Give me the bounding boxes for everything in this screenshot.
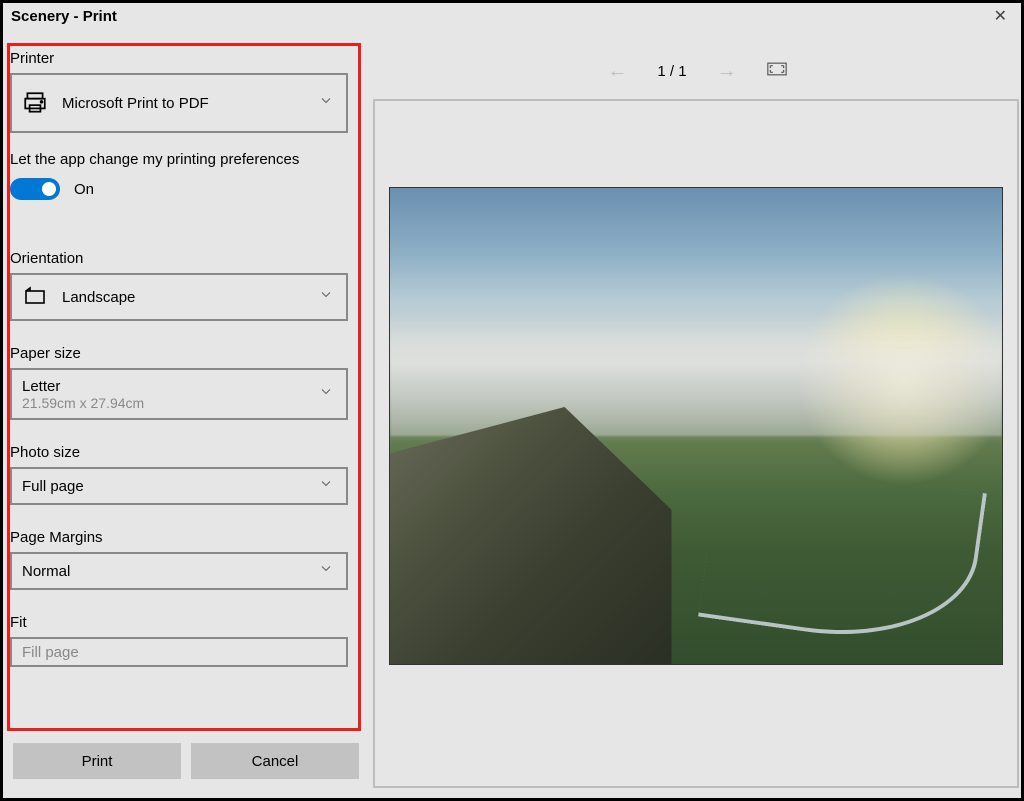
prev-page-icon[interactable]: ← xyxy=(605,58,629,85)
settings-highlight: Printer Microsoft Print to PDF Let the a… xyxy=(7,43,361,731)
photo-value: Full page xyxy=(22,478,332,495)
landscape-icon xyxy=(22,284,48,310)
next-page-icon[interactable]: → xyxy=(715,58,739,85)
close-icon[interactable]: ✕ xyxy=(988,4,1013,28)
orientation-label: Orientation xyxy=(10,246,350,273)
preview-nav: ← 1 / 1 → xyxy=(373,49,1019,93)
cancel-button[interactable]: Cancel xyxy=(191,743,359,779)
prefs-toggle[interactable] xyxy=(10,178,60,200)
photo-label: Photo size xyxy=(10,440,350,467)
fit-value: Fill page xyxy=(22,644,332,661)
printer-dropdown[interactable]: Microsoft Print to PDF xyxy=(10,73,348,133)
paper-sub: 21.59cm x 27.94cm xyxy=(22,395,332,411)
prefs-state: On xyxy=(74,181,94,198)
orientation-dropdown[interactable]: Landscape xyxy=(10,273,348,321)
preview-area xyxy=(373,99,1019,788)
chevron-down-icon xyxy=(318,287,334,308)
paper-value: Letter xyxy=(22,378,332,395)
print-button[interactable]: Print xyxy=(13,743,181,779)
orientation-value: Landscape xyxy=(62,289,332,306)
chevron-down-icon xyxy=(318,561,334,582)
fit-dropdown[interactable]: Fill page xyxy=(10,637,348,667)
photo-dropdown[interactable]: Full page xyxy=(10,467,348,505)
fullscreen-icon[interactable] xyxy=(767,62,787,81)
chevron-down-icon xyxy=(318,93,334,114)
paper-dropdown[interactable]: Letter 21.59cm x 27.94cm xyxy=(10,368,348,420)
printer-icon xyxy=(22,90,48,116)
margins-dropdown[interactable]: Normal xyxy=(10,552,348,590)
paper-label: Paper size xyxy=(10,341,350,368)
printer-label: Printer xyxy=(10,46,350,73)
margins-value: Normal xyxy=(22,563,332,580)
window-title: Scenery - Print xyxy=(11,8,117,25)
scenery-image xyxy=(390,188,1002,664)
margins-label: Page Margins xyxy=(10,525,350,552)
printer-value: Microsoft Print to PDF xyxy=(62,95,332,112)
chevron-down-icon xyxy=(318,384,334,405)
page-count: 1 / 1 xyxy=(657,63,686,80)
fit-label: Fit xyxy=(10,610,350,637)
preview-page xyxy=(389,187,1003,665)
chevron-down-icon xyxy=(318,476,334,497)
prefs-label: Let the app change my printing preferenc… xyxy=(10,147,350,174)
